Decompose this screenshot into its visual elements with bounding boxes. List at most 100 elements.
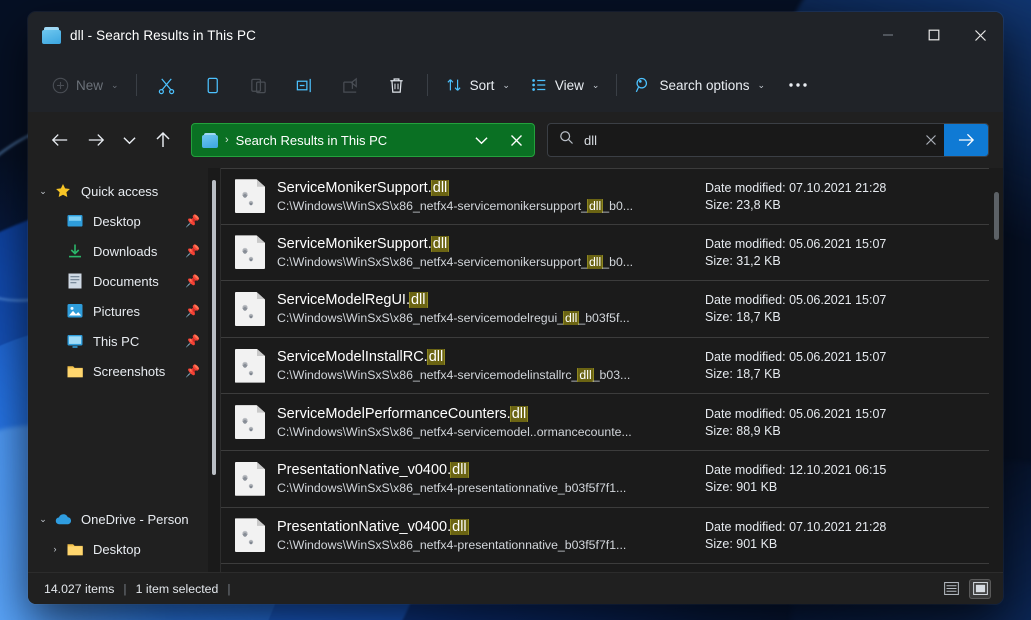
file-name: ServiceModelPerformanceCounters.dll	[277, 405, 528, 422]
date-modified: Date modified: 07.10.2021 21:28	[705, 180, 887, 195]
date-modified: Date modified: 12.10.2021 06:15	[705, 463, 887, 478]
file-path: C:\Windows\WinSxS\x86_netfx4-servicemoni…	[277, 198, 634, 213]
address-folder-icon	[202, 132, 218, 148]
details-view-button[interactable]	[940, 579, 962, 599]
view-toggle-group	[940, 578, 991, 599]
copy-button[interactable]	[190, 67, 236, 103]
pictures-icon	[66, 303, 84, 319]
back-button[interactable]	[42, 123, 78, 157]
list-scrollbar-thumb[interactable]	[994, 192, 999, 240]
view-button[interactable]: View ⌄	[520, 67, 610, 103]
new-button[interactable]: New ⌄	[42, 67, 129, 103]
file-name-column: ServiceMonikerSupport.dll C:\Windows\WinS…	[277, 179, 693, 213]
pin-icon: 📌	[185, 364, 200, 378]
toolbar-divider-3	[616, 74, 618, 96]
table-row[interactable]: PresentationNative_v0400.dll C:\Windows\W…	[221, 451, 989, 508]
recent-locations-button[interactable]	[114, 123, 145, 157]
delete-button[interactable]	[374, 67, 420, 103]
table-row[interactable]: ServiceModelRegUI.dll C:\Windows\WinSxS\x…	[221, 281, 989, 338]
onedrive-group: ⌄ OneDrive - Person › Desktop	[28, 504, 220, 564]
close-button[interactable]	[957, 12, 1003, 58]
window-title: dll - Search Results in This PC	[70, 27, 256, 43]
stop-search-button[interactable]	[502, 125, 530, 155]
file-size: Size: 88,9 KB	[705, 423, 781, 438]
sidebar-item-desktop[interactable]: Desktop 📌	[32, 206, 214, 236]
share-button[interactable]	[328, 67, 374, 103]
monitor-icon	[66, 334, 84, 349]
sidebar-item-this-pc[interactable]: This PC 📌	[32, 326, 214, 356]
file-path: C:\Windows\WinSxS\x86_netfx4-servicemoni…	[277, 254, 634, 269]
rename-button[interactable]	[282, 67, 328, 103]
maximize-button[interactable]	[911, 12, 957, 58]
sidebar-item-screenshots[interactable]: Screenshots 📌	[32, 356, 214, 386]
pin-icon: 📌	[185, 334, 200, 348]
paste-button[interactable]	[236, 67, 282, 103]
sidebar-item-documents[interactable]: Documents 📌	[32, 266, 214, 296]
file-name: ServiceModelInstallRC.dll	[277, 349, 445, 366]
dll-file-icon	[235, 179, 265, 214]
chevron-right-icon[interactable]: ›	[44, 544, 66, 554]
file-name: PresentationNative_v0400.dll	[277, 462, 468, 479]
dll-file-icon	[235, 405, 265, 440]
dll-file-icon	[235, 518, 265, 553]
run-search-button[interactable]	[944, 124, 988, 156]
folder-icon	[66, 542, 84, 556]
search-highlight: dll	[578, 368, 593, 383]
sidebar-item-onedrive-desktop[interactable]: › Desktop	[32, 534, 214, 564]
table-row[interactable]: ServiceMonikerSupport.dll C:\Windows\WinS…	[221, 225, 989, 282]
chevron-down-icon[interactable]: ⌄	[32, 514, 54, 525]
window-body: ⌄ Quick access Desktop 📌 Downloads 📌 Doc…	[28, 168, 1003, 572]
search-icon	[559, 130, 574, 150]
file-list: ServiceMonikerSupport.dll C:\Windows\WinS…	[221, 168, 1003, 572]
file-meta-column: Date modified: 05.06.2021 15:07 Size: 31,…	[705, 237, 983, 268]
search-highlight: dll	[451, 462, 468, 479]
search-options-button[interactable]: Search options ⌄	[624, 67, 775, 103]
file-name-column: ServiceModelPerformanceCounters.dll C:\Wi…	[277, 405, 693, 439]
search-highlight: dll	[451, 518, 468, 535]
sidebar-item-downloads[interactable]: Downloads 📌	[32, 236, 214, 266]
title-bar: dll - Search Results in This PC	[28, 12, 1003, 58]
sidebar-item-pictures[interactable]: Pictures 📌	[32, 296, 214, 326]
navigation-pane: ⌄ Quick access Desktop 📌 Downloads 📌 Doc…	[28, 168, 220, 572]
file-meta-column: Date modified: 07.10.2021 21:28 Size: 23,…	[705, 181, 983, 212]
search-bar: dll	[547, 123, 989, 157]
table-row[interactable]: ServiceMonikerSupport.dll C:\Windows\WinS…	[221, 168, 989, 225]
sidebar-group-onedrive[interactable]: ⌄ OneDrive - Person	[32, 504, 214, 534]
up-button[interactable]	[145, 123, 181, 157]
sidebar-group-label: OneDrive - Person	[81, 511, 189, 527]
pin-icon: 📌	[185, 274, 200, 288]
search-highlight: dll	[427, 349, 445, 366]
star-icon	[54, 183, 72, 199]
file-path: C:\Windows\WinSxS\x86_netfx4-servicemode…	[277, 311, 630, 326]
large-icons-view-button[interactable]	[969, 578, 991, 599]
file-name: ServiceMonikerSupport.dll	[277, 179, 449, 196]
download-icon	[66, 243, 84, 259]
breadcrumb-separator: ›	[225, 134, 229, 146]
table-row[interactable]: ServiceModelPerformanceCounters.dll C:\Wi…	[221, 394, 989, 451]
window-controls	[865, 12, 1003, 58]
dll-file-icon	[235, 461, 265, 496]
address-bar[interactable]: › Search Results in This PC	[191, 123, 535, 157]
search-input[interactable]: dll	[548, 124, 918, 156]
file-name: ServiceMonikerSupport.dll	[277, 235, 449, 252]
table-row[interactable]: PresentationNative_v0400.dll C:\Windows\W…	[221, 508, 989, 565]
address-dropdown-button[interactable]	[467, 125, 495, 155]
search-highlight: dll	[431, 235, 449, 252]
file-name: PresentationNative_v0400.dll	[277, 518, 468, 535]
sort-button[interactable]: Sort ⌄	[435, 67, 520, 103]
file-meta-column: Date modified: 12.10.2021 06:15 Size: 901…	[705, 463, 983, 494]
more-options-button[interactable]	[775, 67, 821, 103]
search-highlight: dll	[587, 198, 603, 213]
cut-button[interactable]	[144, 67, 190, 103]
minimize-button[interactable]	[865, 12, 911, 58]
sidebar-item-label: Screenshots	[93, 363, 166, 379]
breadcrumb: Search Results in This PC	[235, 132, 388, 148]
file-meta-column: Date modified: 07.10.2021 21:28 Size: 901…	[705, 520, 983, 551]
sort-label: Sort	[469, 77, 495, 93]
chevron-down-icon[interactable]: ⌄	[32, 186, 54, 197]
table-row[interactable]: ServiceModelInstallRC.dll C:\Windows\WinS…	[221, 338, 989, 395]
status-separator-2: |	[227, 581, 231, 596]
forward-button[interactable]	[78, 123, 114, 157]
sidebar-group-quick-access[interactable]: ⌄ Quick access	[32, 176, 214, 206]
clear-search-button[interactable]	[918, 124, 944, 156]
